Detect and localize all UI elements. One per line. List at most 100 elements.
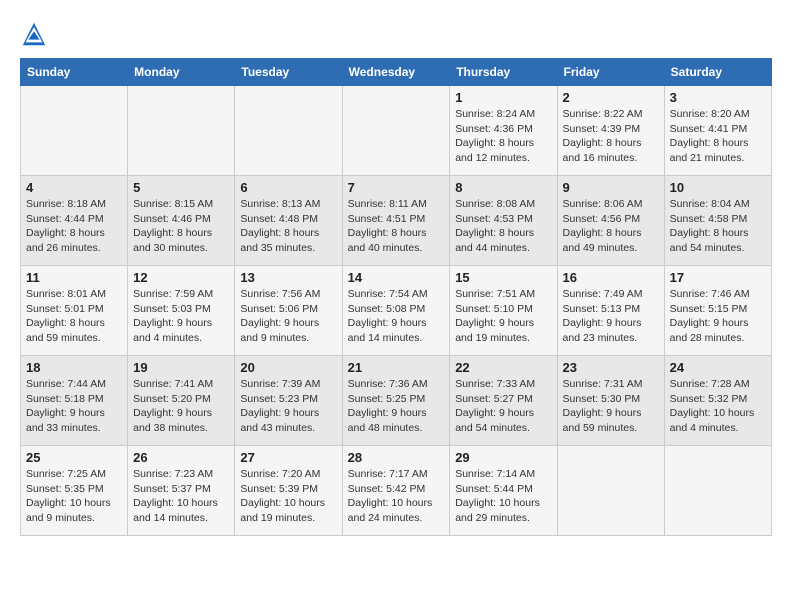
day-info: Sunrise: 8:01 AMSunset: 5:01 PMDaylight:… [26, 287, 122, 346]
day-number: 9 [563, 180, 659, 195]
calendar-cell: 23Sunrise: 7:31 AMSunset: 5:30 PMDayligh… [557, 356, 664, 446]
calendar-cell: 6 Sunrise: 8:13 AMSunset: 4:48 PMDaylight… [235, 176, 342, 266]
page-header [20, 20, 772, 48]
day-info: Sunrise: 7:39 AMSunset: 5:23 PMDaylight:… [240, 377, 336, 436]
day-number: 11 [26, 270, 122, 285]
calendar-table: SundayMondayTuesdayWednesdayThursdayFrid… [20, 58, 772, 536]
calendar-cell: 5 Sunrise: 8:15 AMSunset: 4:46 PMDaylight… [128, 176, 235, 266]
calendar-cell: 10 Sunrise: 8:04 AMSunset: 4:58 PMDayligh… [664, 176, 771, 266]
day-info: Sunrise: 7:51 AMSunset: 5:10 PMDaylight:… [455, 287, 551, 346]
calendar-week-row: 18 Sunrise: 7:44 AMSunset: 5:18 PMDayligh… [21, 356, 772, 446]
day-info: Sunrise: 7:54 AMSunset: 5:08 PMDaylight:… [348, 287, 445, 346]
calendar-cell: 13 Sunrise: 7:56 AMSunset: 5:06 PMDayligh… [235, 266, 342, 356]
day-info: Sunrise: 8:22 AMSunset: 4:39 PMDaylight:… [563, 107, 659, 166]
day-info: Sunrise: 7:23 AMSunset: 5:37 PMDaylight:… [133, 467, 229, 526]
day-number: 18 [26, 360, 122, 375]
day-info: Sunrise: 8:18 AMSunset: 4:44 PMDaylight:… [26, 197, 122, 256]
calendar-cell: 12 Sunrise: 7:59 AMSunset: 5:03 PMDayligh… [128, 266, 235, 356]
day-info: Sunrise: 7:28 AMSunset: 5:32 PMDaylight:… [670, 377, 766, 436]
col-header-tuesday: Tuesday [235, 59, 342, 86]
day-info: Sunrise: 8:11 AMSunset: 4:51 PMDaylight:… [348, 197, 445, 256]
calendar-cell: 20 Sunrise: 7:39 AMSunset: 5:23 PMDayligh… [235, 356, 342, 446]
calendar-cell: 4 Sunrise: 8:18 AMSunset: 4:44 PMDaylight… [21, 176, 128, 266]
day-number: 17 [670, 270, 766, 285]
calendar-cell: 3 Sunrise: 8:20 AMSunset: 4:41 PMDaylight… [664, 86, 771, 176]
calendar-cell: 16Sunrise: 7:49 AMSunset: 5:13 PMDayligh… [557, 266, 664, 356]
calendar-week-row: 25Sunrise: 7:25 AMSunset: 5:35 PMDayligh… [21, 446, 772, 536]
calendar-week-row: 4 Sunrise: 8:18 AMSunset: 4:44 PMDaylight… [21, 176, 772, 266]
calendar-cell [128, 86, 235, 176]
calendar-week-row: 11 Sunrise: 8:01 AMSunset: 5:01 PMDayligh… [21, 266, 772, 356]
day-info: Sunrise: 7:14 AMSunset: 5:44 PMDaylight:… [455, 467, 551, 526]
day-number: 5 [133, 180, 229, 195]
day-number: 12 [133, 270, 229, 285]
day-info: Sunrise: 8:20 AMSunset: 4:41 PMDaylight:… [670, 107, 766, 166]
day-number: 14 [348, 270, 445, 285]
day-number: 3 [670, 90, 766, 105]
day-number: 22 [455, 360, 551, 375]
calendar-cell: 17 Sunrise: 7:46 AMSunset: 5:15 PMDayligh… [664, 266, 771, 356]
day-info: Sunrise: 8:13 AMSunset: 4:48 PMDaylight:… [240, 197, 336, 256]
day-number: 26 [133, 450, 229, 465]
day-number: 6 [240, 180, 336, 195]
day-number: 28 [348, 450, 445, 465]
day-number: 1 [455, 90, 551, 105]
day-number: 27 [240, 450, 336, 465]
calendar-cell [557, 446, 664, 536]
day-info: Sunrise: 7:41 AMSunset: 5:20 PMDaylight:… [133, 377, 229, 436]
day-number: 4 [26, 180, 122, 195]
day-info: Sunrise: 7:36 AMSunset: 5:25 PMDaylight:… [348, 377, 445, 436]
day-info: Sunrise: 8:15 AMSunset: 4:46 PMDaylight:… [133, 197, 229, 256]
col-header-thursday: Thursday [450, 59, 557, 86]
calendar-cell [21, 86, 128, 176]
day-info: Sunrise: 7:59 AMSunset: 5:03 PMDaylight:… [133, 287, 229, 346]
day-number: 21 [348, 360, 445, 375]
calendar-cell: 18 Sunrise: 7:44 AMSunset: 5:18 PMDayligh… [21, 356, 128, 446]
logo [20, 20, 52, 48]
calendar-cell: 22 Sunrise: 7:33 AMSunset: 5:27 PMDayligh… [450, 356, 557, 446]
day-number: 19 [133, 360, 229, 375]
calendar-cell: 14 Sunrise: 7:54 AMSunset: 5:08 PMDayligh… [342, 266, 450, 356]
col-header-saturday: Saturday [664, 59, 771, 86]
calendar-cell: 21 Sunrise: 7:36 AMSunset: 5:25 PMDayligh… [342, 356, 450, 446]
day-number: 13 [240, 270, 336, 285]
day-info: Sunrise: 7:20 AMSunset: 5:39 PMDaylight:… [240, 467, 336, 526]
col-header-friday: Friday [557, 59, 664, 86]
day-number: 10 [670, 180, 766, 195]
calendar-cell: 1 Sunrise: 8:24 AMSunset: 4:36 PMDaylight… [450, 86, 557, 176]
day-info: Sunrise: 8:06 AMSunset: 4:56 PMDaylight:… [563, 197, 659, 256]
day-number: 24 [670, 360, 766, 375]
col-header-monday: Monday [128, 59, 235, 86]
day-number: 29 [455, 450, 551, 465]
logo-icon [20, 20, 48, 48]
calendar-cell: 11 Sunrise: 8:01 AMSunset: 5:01 PMDayligh… [21, 266, 128, 356]
day-number: 7 [348, 180, 445, 195]
calendar-week-row: 1 Sunrise: 8:24 AMSunset: 4:36 PMDaylight… [21, 86, 772, 176]
day-number: 2 [563, 90, 659, 105]
calendar-cell: 25Sunrise: 7:25 AMSunset: 5:35 PMDayligh… [21, 446, 128, 536]
day-info: Sunrise: 7:33 AMSunset: 5:27 PMDaylight:… [455, 377, 551, 436]
col-header-sunday: Sunday [21, 59, 128, 86]
calendar-cell: 8 Sunrise: 8:08 AMSunset: 4:53 PMDaylight… [450, 176, 557, 266]
calendar-header-row: SundayMondayTuesdayWednesdayThursdayFrid… [21, 59, 772, 86]
day-number: 8 [455, 180, 551, 195]
calendar-cell: 7 Sunrise: 8:11 AMSunset: 4:51 PMDaylight… [342, 176, 450, 266]
day-info: Sunrise: 7:44 AMSunset: 5:18 PMDaylight:… [26, 377, 122, 436]
day-info: Sunrise: 7:46 AMSunset: 5:15 PMDaylight:… [670, 287, 766, 346]
calendar-cell [235, 86, 342, 176]
day-info: Sunrise: 7:31 AMSunset: 5:30 PMDaylight:… [563, 377, 659, 436]
day-info: Sunrise: 7:56 AMSunset: 5:06 PMDaylight:… [240, 287, 336, 346]
col-header-wednesday: Wednesday [342, 59, 450, 86]
calendar-cell: 27 Sunrise: 7:20 AMSunset: 5:39 PMDayligh… [235, 446, 342, 536]
calendar-cell [664, 446, 771, 536]
calendar-cell: 19 Sunrise: 7:41 AMSunset: 5:20 PMDayligh… [128, 356, 235, 446]
day-info: Sunrise: 8:04 AMSunset: 4:58 PMDaylight:… [670, 197, 766, 256]
day-number: 16 [563, 270, 659, 285]
day-number: 15 [455, 270, 551, 285]
day-info: Sunrise: 8:08 AMSunset: 4:53 PMDaylight:… [455, 197, 551, 256]
day-number: 20 [240, 360, 336, 375]
calendar-cell: 15 Sunrise: 7:51 AMSunset: 5:10 PMDayligh… [450, 266, 557, 356]
calendar-cell: 29 Sunrise: 7:14 AMSunset: 5:44 PMDayligh… [450, 446, 557, 536]
calendar-cell [342, 86, 450, 176]
day-info: Sunrise: 8:24 AMSunset: 4:36 PMDaylight:… [455, 107, 551, 166]
